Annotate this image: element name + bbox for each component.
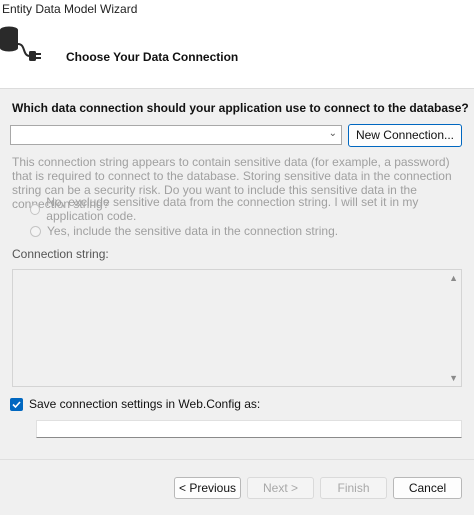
scroll-down-icon[interactable]: ▼ bbox=[449, 373, 458, 383]
finish-button[interactable]: Finish bbox=[320, 477, 387, 499]
window-title: Entity Data Model Wizard bbox=[2, 2, 138, 16]
wizard-footer: < Previous Next > Finish Cancel bbox=[0, 459, 474, 515]
exclude-sensitive-label: No, exclude sensitive data from the conn… bbox=[46, 195, 419, 223]
wizard-content: Which data connection should your applic… bbox=[0, 89, 474, 459]
connection-question: Which data connection should your applic… bbox=[12, 101, 469, 115]
cancel-button[interactable]: Cancel bbox=[393, 477, 462, 499]
radio-circle-icon bbox=[30, 225, 41, 237]
connection-string-label: Connection string: bbox=[12, 247, 109, 261]
save-settings-checkbox-row[interactable]: Save connection settings in Web.Config a… bbox=[10, 397, 260, 411]
page-title: Choose Your Data Connection bbox=[66, 50, 239, 64]
radio-circle-icon bbox=[30, 203, 41, 215]
exclude-sensitive-radio[interactable]: No, exclude sensitive data from the conn… bbox=[30, 195, 474, 223]
data-connection-dropdown[interactable]: ⌄ bbox=[10, 125, 342, 145]
new-connection-button[interactable]: New Connection... bbox=[348, 124, 462, 147]
scroll-up-icon[interactable]: ▲ bbox=[449, 273, 458, 283]
connection-string-textbox[interactable]: ▲ ▼ bbox=[12, 269, 462, 387]
next-button[interactable]: Next > bbox=[247, 477, 314, 499]
save-settings-label: Save connection settings in Web.Config a… bbox=[29, 397, 261, 411]
title-bar: Entity Data Model Wizard bbox=[0, 0, 474, 20]
include-sensitive-radio[interactable]: Yes, include the sensitive data in the c… bbox=[30, 223, 338, 239]
database-plug-icon bbox=[0, 26, 41, 61]
webconfig-name-input[interactable] bbox=[36, 420, 462, 438]
chevron-down-icon: ⌄ bbox=[328, 128, 337, 139]
save-settings-checkbox[interactable] bbox=[10, 397, 23, 411]
previous-button[interactable]: < Previous bbox=[174, 477, 241, 499]
checkmark-icon bbox=[12, 400, 21, 408]
wizard-header: Choose Your Data Connection bbox=[0, 20, 474, 89]
include-sensitive-label: Yes, include the sensitive data in the c… bbox=[47, 224, 339, 238]
